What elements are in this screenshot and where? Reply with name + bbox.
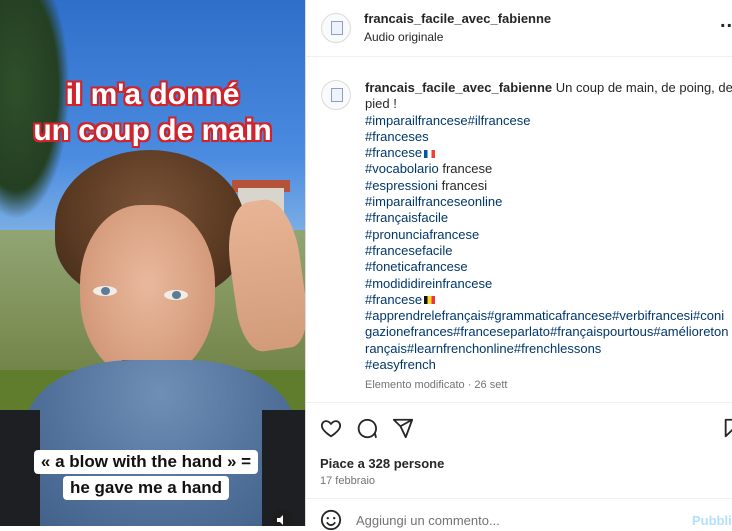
hashtag-line: #francese bbox=[365, 292, 732, 308]
edited-info: Elemento modificato · 26 sett bbox=[365, 379, 508, 392]
hashtag-line: #françaisfacile bbox=[365, 210, 732, 226]
hashtag-link[interactable]: #francese bbox=[365, 145, 422, 160]
hashtag-link[interactable]: #vocabolario bbox=[365, 161, 439, 176]
hashtag-link[interactable]: #easyfrench bbox=[365, 357, 436, 372]
hashtag-link[interactable]: #franceses bbox=[365, 129, 429, 144]
audio-link[interactable]: Audio originale bbox=[364, 30, 443, 44]
belgium-flag-icon bbox=[424, 296, 436, 305]
hashtag-link[interactable]: #pronunciafrancese bbox=[365, 227, 479, 242]
comment-bar: Aggiungi un commento... Pubblica bbox=[306, 498, 732, 531]
author-avatar[interactable] bbox=[321, 13, 351, 43]
hashtag-line: #imparailfranceseonline bbox=[365, 194, 732, 210]
hashtag-link[interactable]: rançais#learnfrenchonline#frenchlessons bbox=[365, 341, 601, 356]
hashtag-link[interactable]: #francese bbox=[365, 292, 422, 307]
hashtag-link[interactable]: #foneticafrancese bbox=[365, 259, 468, 274]
hashtag-line: #franceses bbox=[365, 129, 732, 145]
hashtag-link[interactable]: gazionefrances#franceseparlato#françaisp… bbox=[365, 324, 729, 339]
reel-video[interactable]: il m'a donné un coup de main « a blow wi… bbox=[0, 0, 305, 526]
speaker-icon bbox=[277, 515, 283, 525]
subtitle-line1: « a blow with the hand » = bbox=[33, 450, 259, 474]
hashtag-line: #francese bbox=[365, 145, 732, 161]
france-flag-icon bbox=[424, 149, 436, 158]
comment-icon[interactable] bbox=[356, 417, 378, 439]
hashtag-line: #modididireinfrancese bbox=[365, 276, 732, 292]
post-date: 17 febbraio bbox=[320, 475, 376, 487]
likes-count[interactable]: Piace a 328 persone bbox=[320, 456, 444, 471]
bookmark-icon[interactable] bbox=[722, 417, 732, 439]
caption-avatar[interactable] bbox=[321, 80, 351, 110]
hashtag-line: #foneticafrancese bbox=[365, 259, 732, 275]
person-eye-left bbox=[93, 286, 117, 296]
hashtag-link[interactable]: #imparailfranceseonline bbox=[365, 194, 502, 209]
post-header: francais_facile_avec_fabienne Audio orig… bbox=[306, 0, 732, 57]
hashtag-line: #espressioni francesi bbox=[365, 178, 732, 194]
hashtag-link[interactable]: #françaisfacile bbox=[365, 210, 448, 225]
hashtag-line: gazionefrances#franceseparlato#françaisp… bbox=[365, 324, 732, 340]
caption-plain-text: francesi bbox=[438, 177, 488, 193]
hashtag-link[interactable]: #francesefacile bbox=[365, 243, 452, 258]
hashtag-link[interactable]: #modididireinfrancese bbox=[365, 276, 492, 291]
heart-icon[interactable] bbox=[320, 417, 342, 439]
volume-button[interactable] bbox=[271, 509, 293, 526]
caption-text: Un coup de main, de poing, de bbox=[555, 80, 732, 95]
hashtag-line: #pronunciafrancese bbox=[365, 227, 732, 243]
person-eye-right bbox=[164, 290, 188, 300]
post-caption: francais_facile_avec_fabienne Un coup de… bbox=[365, 80, 732, 394]
emoji-icon[interactable] bbox=[320, 509, 342, 531]
hashtag-list: #imparailfrancese#ilfrancese #franceses #f… bbox=[365, 113, 732, 374]
hashtag-link[interactable]: #imparailfrancese#ilfrancese bbox=[365, 113, 530, 128]
hashtag-line: #imparailfrancese#ilfrancese bbox=[365, 113, 732, 129]
share-icon[interactable] bbox=[392, 417, 414, 439]
hashtag-line: #vocabolario francese bbox=[365, 161, 732, 177]
subtitle-line2: he gave me a hand bbox=[62, 476, 230, 500]
hashtag-line: rançais#learnfrenchonline#frenchlessons bbox=[365, 341, 732, 357]
caption-username[interactable]: francais_facile_avec_fabienne bbox=[365, 80, 552, 95]
hashtag-link[interactable]: #espressioni bbox=[365, 178, 438, 193]
caption-plain-text: francese bbox=[438, 161, 493, 177]
hashtag-line: #apprendrelefrançais#grammaticafrancese#… bbox=[365, 308, 732, 324]
video-caption-line1: il m'a donné bbox=[65, 78, 240, 111]
caption-text-line2: pied ! bbox=[365, 96, 397, 112]
video-subtitle: « a blow with the hand » = he gave me a … bbox=[24, 450, 268, 502]
more-options-button[interactable]: ... bbox=[720, 10, 732, 33]
author-username[interactable]: francais_facile_avec_fabienne bbox=[364, 11, 551, 26]
hashtag-line: #easyfrench bbox=[365, 357, 732, 373]
hashtag-link[interactable]: #apprendrelefrançais#grammaticafrancese#… bbox=[365, 308, 724, 323]
video-caption-line2: un coup de main bbox=[33, 114, 272, 147]
hashtag-line: #francesefacile bbox=[365, 243, 732, 259]
post-panel: francais_facile_avec_fabienne Audio orig… bbox=[305, 0, 732, 531]
